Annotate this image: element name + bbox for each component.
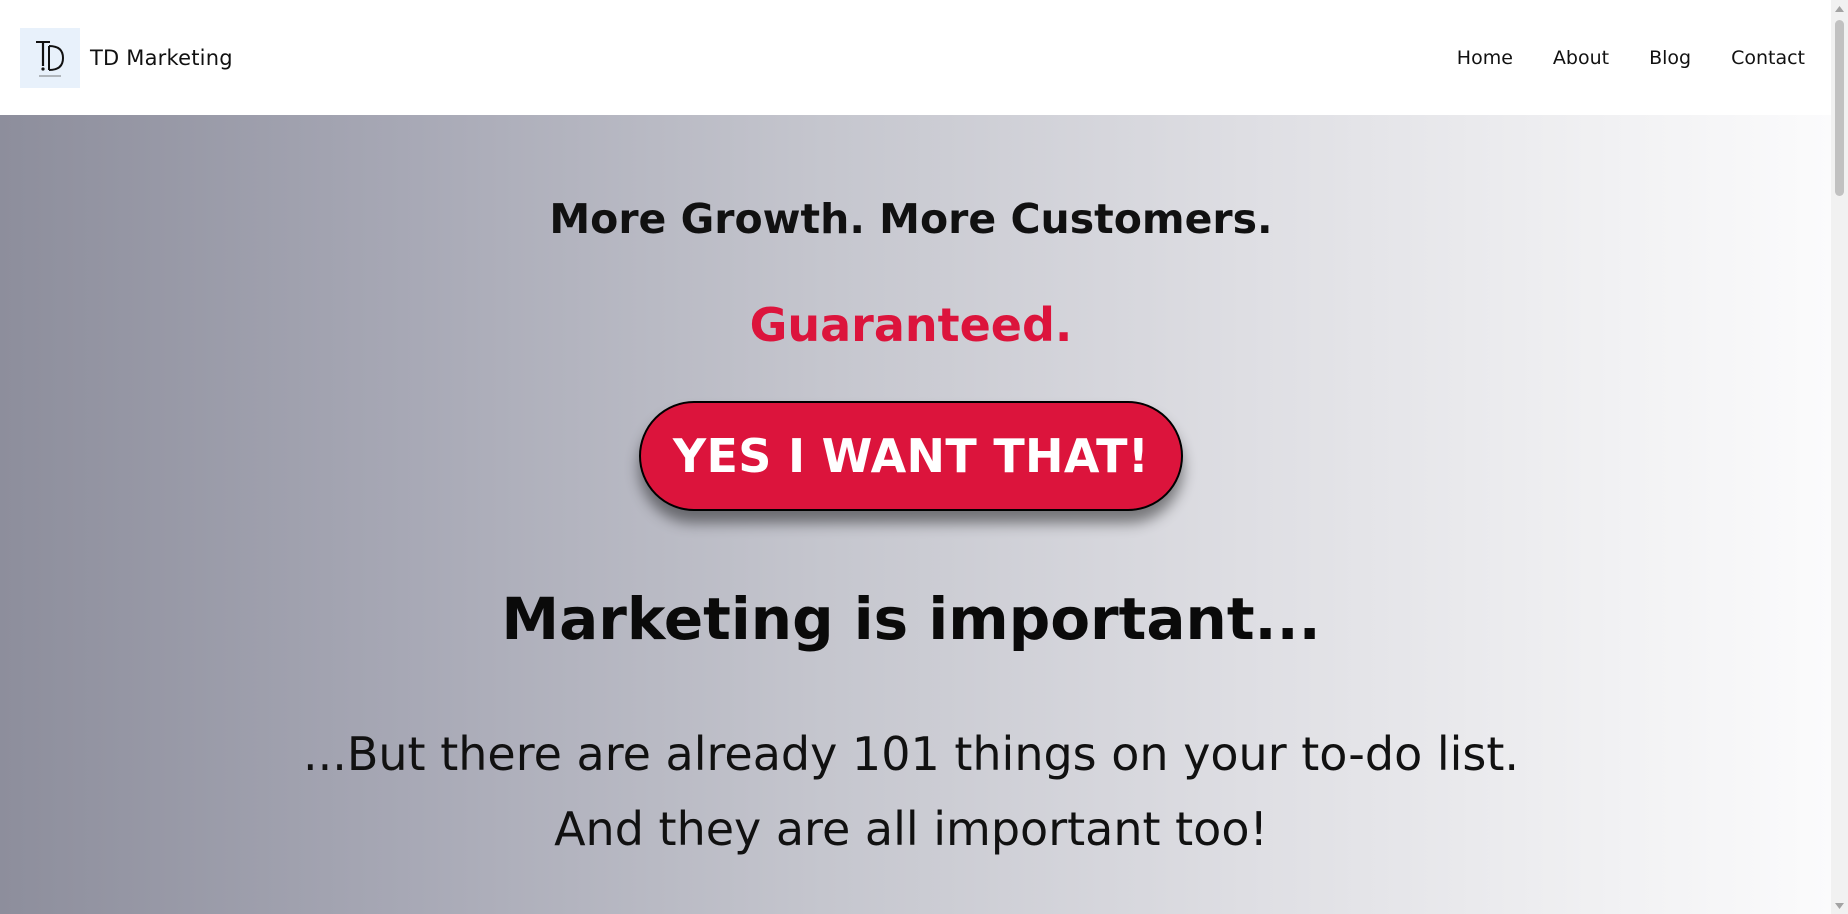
nav-link-about[interactable]: About (1553, 47, 1609, 69)
body-text-line-1: ...But there are already 101 things on y… (302, 727, 1520, 781)
hero-guarantee: Guaranteed. (749, 298, 1073, 352)
brand-name[interactable]: TD Marketing (90, 46, 233, 70)
nav-link-contact[interactable]: Contact (1731, 47, 1805, 69)
hero-section: More Growth. More Customers. Guaranteed.… (0, 115, 1831, 914)
scrollbar-thumb[interactable] (1835, 20, 1844, 196)
logo-icon[interactable] (20, 27, 80, 88)
triangle-up-icon[interactable] (1831, 0, 1848, 17)
triangle-down-icon[interactable] (1831, 897, 1848, 914)
vertical-scrollbar[interactable] (1831, 0, 1848, 914)
body-text-line-2: And they are all important too! (554, 802, 1268, 856)
brand[interactable]: TD Marketing (20, 27, 233, 88)
hero-headline: More Growth. More Customers. (549, 195, 1273, 243)
page-content: TD Marketing Home About Blog Contact Mor… (0, 0, 1831, 914)
td-monogram-icon (36, 40, 65, 76)
main-nav: Home About Blog Contact (1457, 47, 1805, 69)
nav-link-blog[interactable]: Blog (1649, 47, 1691, 69)
section-title: Marketing is important... (501, 585, 1321, 653)
nav-link-home[interactable]: Home (1457, 47, 1513, 69)
site-header: TD Marketing Home About Blog Contact (0, 0, 1831, 115)
cta-wrapper: YES I WANT THAT! (0, 401, 1822, 511)
page: TD Marketing Home About Blog Contact Mor… (0, 0, 1848, 914)
cta-button[interactable]: YES I WANT THAT! (639, 401, 1183, 511)
